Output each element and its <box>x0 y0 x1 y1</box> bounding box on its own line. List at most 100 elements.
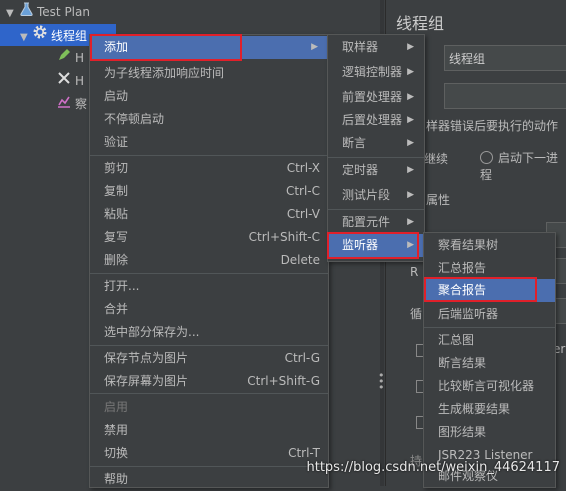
expand-arrow-icon[interactable]: ▼ <box>20 27 32 49</box>
menu-item-label: 启动 <box>104 89 129 103</box>
listener-item-4[interactable]: 汇总图 <box>424 329 555 352</box>
submenu-arrow-icon: ▶ <box>407 42 414 52</box>
menu-item-label: 前置处理器 <box>342 90 403 104</box>
menu-item-label: 删除 <box>104 253 129 267</box>
menu-item-0[interactable]: 添加 ▶ <box>90 36 328 59</box>
menu-item-shortcut: Ctrl-V <box>286 207 320 221</box>
menu-item-label: 复写 <box>104 230 129 244</box>
menu-item-9[interactable]: 删除 Delete <box>90 249 328 272</box>
listener-item-5[interactable]: 断言结果 <box>424 352 555 375</box>
submenu-arrow-icon: ▶ <box>407 217 414 227</box>
menu-item-label: 粘贴 <box>104 207 129 221</box>
menu-item-label: 取样器 <box>342 40 379 54</box>
menu-item-label: 逻辑控制器 <box>342 65 403 79</box>
listener-submenu: 察看结果树汇总报告聚合报告后端监听器汇总图断言结果比较断言可视化器生成概要结果图… <box>423 232 556 488</box>
tree-item-label: Test Plan <box>37 5 90 19</box>
menu-item-label: 后端监听器 <box>438 307 499 321</box>
expand-arrow-icon[interactable]: ▼ <box>6 3 18 25</box>
menu-separator <box>328 209 424 210</box>
menu-separator <box>90 273 328 274</box>
menu-item-shortcut: Ctrl-C <box>285 184 320 198</box>
menu-item-8[interactable]: 复写 Ctrl+Shift-C <box>90 226 328 249</box>
name-field[interactable]: 线程组 <box>444 45 566 71</box>
menu-item-4[interactable]: 验证 <box>90 131 328 154</box>
listener-item-7[interactable]: 生成概要结果 <box>424 398 555 421</box>
submenu-arrow-icon: ▶ <box>311 42 318 52</box>
add-item-3[interactable]: 后置处理器 ▶ <box>328 109 424 132</box>
tree-item-test-plan[interactable]: ▼ Test Plan <box>6 1 90 23</box>
tree-item-listener[interactable]: 察 <box>56 93 87 115</box>
radio-start-next[interactable]: 启动下一进程 <box>480 149 566 183</box>
listener-item-6[interactable]: 比较断言可视化器 <box>424 375 555 398</box>
radio-continue[interactable]: 继续 <box>424 150 448 167</box>
listener-item-1[interactable]: 汇总报告 <box>424 257 555 280</box>
comment-field[interactable] <box>444 83 566 109</box>
menu-item-1[interactable]: 为子线程添加响应时间 <box>90 62 328 85</box>
menu-item-label: 剪切 <box>104 161 129 175</box>
menu-item-17[interactable]: 切换 Ctrl-T <box>90 442 328 465</box>
menu-item-label: 合并 <box>104 302 129 316</box>
menu-separator <box>90 466 328 467</box>
menu-item-label: 断言结果 <box>438 356 487 370</box>
menu-item-10[interactable]: 打开... <box>90 275 328 298</box>
menu-separator <box>424 327 555 328</box>
menu-item-7[interactable]: 粘贴 Ctrl-V <box>90 203 328 226</box>
add-item-7[interactable]: 配置元件 ▶ <box>328 211 424 234</box>
submenu-arrow-icon: ▶ <box>407 67 414 77</box>
menu-item-14[interactable]: 保存屏幕为图片 Ctrl+Shift-G <box>90 370 328 393</box>
tree-item-label: H <box>75 74 85 88</box>
listener-item-3[interactable]: 后端监听器 <box>424 303 555 326</box>
listener-item-8[interactable]: 图形结果 <box>424 421 555 444</box>
menu-item-13[interactable]: 保存节点为图片 Ctrl-G <box>90 347 328 370</box>
menu-item-11[interactable]: 合并 <box>90 298 328 321</box>
tree-item-label: 线程组 <box>51 29 88 43</box>
add-item-4[interactable]: 断言 ▶ <box>328 132 424 155</box>
menu-item-shortcut: Ctrl+Shift-G <box>247 374 320 388</box>
menu-item-label: 保存节点为图片 <box>104 351 189 365</box>
menu-item-label: 启用 <box>104 400 129 414</box>
menu-item-label: 复制 <box>104 184 129 198</box>
watermark: https://blog.csdn.net/weixin_44624117 <box>306 460 560 475</box>
listener-item-0[interactable]: 察看结果树 <box>424 234 555 257</box>
drag-handle-icon[interactable]: • • • <box>378 370 385 393</box>
menu-item-label: 打开... <box>104 279 140 293</box>
menu-item-label: 测试片段 <box>342 188 391 202</box>
menu-item-label: 定时器 <box>342 163 379 177</box>
menu-item-label: 断言 <box>342 136 367 150</box>
tools-icon <box>56 70 72 92</box>
add-item-0[interactable]: 取样器 ▶ <box>328 36 424 59</box>
menu-item-label: 生成概要结果 <box>438 402 511 416</box>
radio-continue-label: 继续 <box>424 152 449 166</box>
add-item-1[interactable]: 逻辑控制器 ▶ <box>328 61 424 84</box>
menu-item-label: 察看结果树 <box>438 238 499 252</box>
radio-circle-icon <box>480 151 493 164</box>
menu-item-6[interactable]: 复制 Ctrl-C <box>90 180 328 203</box>
menu-item-label: 不停顿启动 <box>104 112 165 126</box>
menu-item-label: 汇总报告 <box>438 261 487 275</box>
menu-item-16[interactable]: 禁用 <box>90 419 328 442</box>
tree-item-http-request[interactable]: H <box>56 47 84 69</box>
add-item-5[interactable]: 定时器 ▶ <box>328 159 424 182</box>
menu-item-label: 选中部分保存为... <box>104 325 200 339</box>
tree-item-http-header[interactable]: H <box>56 70 84 92</box>
tree-item-label: 察 <box>75 97 88 111</box>
menu-item-shortcut: Ctrl-G <box>284 351 320 365</box>
add-item-8[interactable]: 监听器 ▶ <box>328 234 424 257</box>
menu-item-15[interactable]: 启用 <box>90 396 328 419</box>
submenu-arrow-icon: ▶ <box>407 115 414 125</box>
menu-item-2[interactable]: 启动 <box>90 85 328 108</box>
menu-item-12[interactable]: 选中部分保存为... <box>90 321 328 344</box>
menu-item-3[interactable]: 不停顿启动 <box>90 108 328 131</box>
menu-item-label: 为子线程添加响应时间 <box>104 66 225 80</box>
menu-item-18[interactable]: 帮助 <box>90 468 328 491</box>
submenu-arrow-icon: ▶ <box>407 190 414 200</box>
add-item-2[interactable]: 前置处理器 ▶ <box>328 86 424 109</box>
menu-item-5[interactable]: 剪切 Ctrl-X <box>90 157 328 180</box>
menu-separator <box>90 155 328 156</box>
tree-item-label: H <box>75 51 85 65</box>
pen-icon <box>56 47 72 69</box>
loop-label: 循 <box>410 307 423 321</box>
listener-item-2[interactable]: 聚合报告 <box>424 279 555 302</box>
add-item-6[interactable]: 测试片段 ▶ <box>328 184 424 207</box>
menu-item-label: 禁用 <box>104 423 129 437</box>
